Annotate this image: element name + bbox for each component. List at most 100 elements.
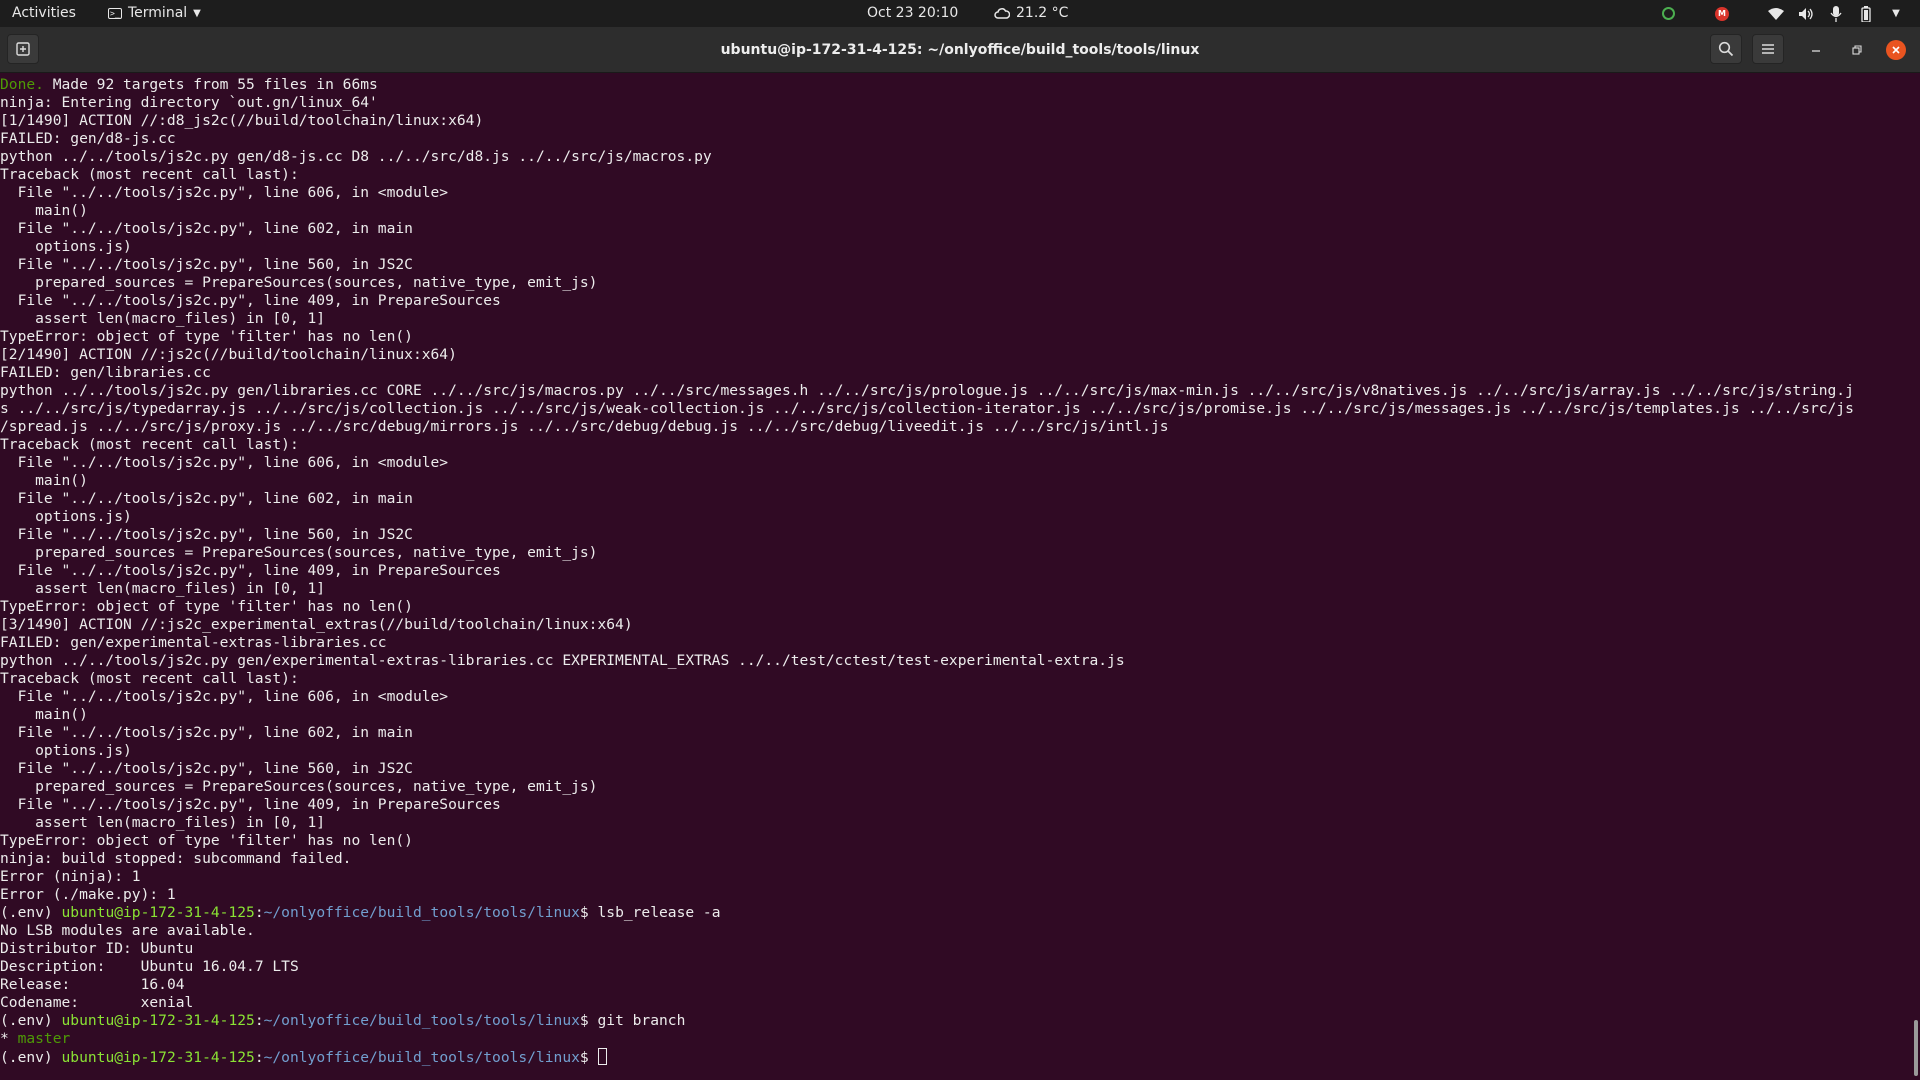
terminal-line: [3/1490] ACTION //:js2c_experimental_ext… xyxy=(0,616,1912,634)
terminal-line: s ../../src/js/typedarray.js ../../src/j… xyxy=(0,400,1912,418)
line-text: FAILED: gen/experimental-extras-librarie… xyxy=(0,634,387,651)
minimize-icon xyxy=(1812,50,1820,52)
line-text: assert len(macro_files) in [0, 1] xyxy=(0,814,326,831)
minimize-button[interactable] xyxy=(1806,40,1826,60)
app-menu-label: Terminal xyxy=(128,5,188,21)
terminal-scrollbar[interactable] xyxy=(1914,1020,1918,1076)
clock-button[interactable]: Oct 23 20:10 xyxy=(867,0,958,27)
terminal-line: options.js) xyxy=(0,238,1912,256)
system-menu-caret-icon[interactable]: ▼ xyxy=(1888,6,1904,22)
terminal-line: File "../../tools/js2c.py", line 409, in… xyxy=(0,292,1912,310)
terminal-line: File "../../tools/js2c.py", line 602, in… xyxy=(0,490,1912,508)
terminal-line: TypeError: object of type 'filter' has n… xyxy=(0,832,1912,850)
terminal-line: File "../../tools/js2c.py", line 606, in… xyxy=(0,184,1912,202)
weather-indicator[interactable]: 21.2 °C xyxy=(994,0,1068,27)
window-title: ubuntu@ip-172-31-4-125: ~/onlyoffice/bui… xyxy=(720,42,1200,58)
line-text: ninja: build stopped: subcommand failed. xyxy=(0,850,352,867)
line-text: /spread.js ../../src/js/proxy.js ../../s… xyxy=(0,418,1169,435)
prompt-separator: : xyxy=(254,904,264,921)
terminal-line: assert len(macro_files) in [0, 1] xyxy=(0,814,1912,832)
line-text: options.js) xyxy=(0,508,132,525)
terminal-line: assert len(macro_files) in [0, 1] xyxy=(0,580,1912,598)
system-tray: M ▼ xyxy=(1660,0,1904,27)
update-icon[interactable] xyxy=(1660,6,1676,22)
line-text: File "../../tools/js2c.py", line 602, in… xyxy=(0,724,413,741)
terminal-line: main() xyxy=(0,202,1912,220)
search-button[interactable] xyxy=(1710,34,1742,64)
line-text: prepared_sources = PrepareSources(source… xyxy=(0,544,598,561)
line-text: Error (./make.py): 1 xyxy=(0,886,176,903)
terminal-line: File "../../tools/js2c.py", line 606, in… xyxy=(0,688,1912,706)
terminal-line: prepared_sources = PrepareSources(source… xyxy=(0,544,1912,562)
microphone-icon[interactable] xyxy=(1828,5,1844,22)
line-text: main() xyxy=(0,202,88,219)
line-text: File "../../tools/js2c.py", line 606, in… xyxy=(0,688,449,705)
hamburger-menu-icon xyxy=(1762,44,1774,54)
terminal-line: assert len(macro_files) in [0, 1] xyxy=(0,310,1912,328)
line-text: main() xyxy=(0,472,88,489)
volume-icon[interactable] xyxy=(1798,6,1814,22)
new-tab-button[interactable] xyxy=(7,34,39,64)
terminal-line: Traceback (most recent call last): xyxy=(0,436,1912,454)
line-text: prepared_sources = PrepareSources(source… xyxy=(0,778,598,795)
terminal-line: options.js) xyxy=(0,742,1912,760)
terminal-line: prepared_sources = PrepareSources(source… xyxy=(0,274,1912,292)
terminal-line: File "../../tools/js2c.py", line 606, in… xyxy=(0,454,1912,472)
terminal-line: * master xyxy=(0,1030,1912,1048)
prompt-suffix: $ xyxy=(579,904,598,921)
terminal-line: File "../../tools/js2c.py", line 602, in… xyxy=(0,220,1912,238)
terminal-line: python ../../tools/js2c.py gen/experimen… xyxy=(0,652,1912,670)
mail-badge-icon[interactable]: M xyxy=(1714,6,1730,22)
line-text: s ../../src/js/typedarray.js ../../src/j… xyxy=(0,400,1854,417)
prompt-suffix: $ xyxy=(579,1012,598,1029)
line-text: TypeError: object of type 'filter' has n… xyxy=(0,598,413,615)
terminal-line: python ../../tools/js2c.py gen/d8-js.cc … xyxy=(0,148,1912,166)
line-text: File "../../tools/js2c.py", line 409, in… xyxy=(0,292,501,309)
terminal-line: [1/1490] ACTION //:d8_js2c(//build/toolc… xyxy=(0,112,1912,130)
line-text: TypeError: object of type 'filter' has n… xyxy=(0,832,413,849)
prompt-separator: : xyxy=(254,1049,264,1066)
line-text: Traceback (most recent call last): xyxy=(0,436,299,453)
line-text: python ../../tools/js2c.py gen/libraries… xyxy=(0,382,1854,399)
new-tab-icon xyxy=(16,42,30,56)
hamburger-menu-button[interactable] xyxy=(1752,34,1784,64)
gnome-top-bar: Activities >_ Terminal ▼ Oct 23 20:10 21… xyxy=(0,0,1920,27)
line-text: File "../../tools/js2c.py", line 409, in… xyxy=(0,562,501,579)
prompt-user-host: ubuntu@ip-172-31-4-125 xyxy=(61,1049,255,1066)
close-button[interactable] xyxy=(1886,40,1906,60)
command-text: lsb_release -a xyxy=(597,904,721,921)
activities-button[interactable]: Activities xyxy=(12,0,76,27)
line-text: Error (ninja): 1 xyxy=(0,868,141,885)
line-text: [3/1490] ACTION //:js2c_experimental_ext… xyxy=(0,616,633,633)
line-text: File "../../tools/js2c.py", line 606, in… xyxy=(0,454,449,471)
terminal-line: ninja: Entering directory `out.gn/linux_… xyxy=(0,94,1912,112)
line-text: Traceback (most recent call last): xyxy=(0,670,299,687)
terminal-line: Error (ninja): 1 xyxy=(0,868,1912,886)
weather-temperature: 21.2 °C xyxy=(1016,5,1069,21)
line-text: File "../../tools/js2c.py", line 409, in… xyxy=(0,796,501,813)
app-menu-button[interactable]: >_ Terminal ▼ xyxy=(108,0,201,27)
line-text: main() xyxy=(0,706,88,723)
battery-icon[interactable] xyxy=(1858,5,1874,22)
terminal-line: options.js) xyxy=(0,508,1912,526)
terminal-line: No LSB modules are available. xyxy=(0,922,1912,940)
terminal-line: main() xyxy=(0,706,1912,724)
terminal-output[interactable]: Done. Made 92 targets from 55 files in 6… xyxy=(0,73,1912,1080)
maximize-button[interactable] xyxy=(1847,40,1867,60)
line-text: prepared_sources = PrepareSources(source… xyxy=(0,274,598,291)
prompt-env: (.env) xyxy=(0,1012,62,1029)
terminal-line: Codename: xenial xyxy=(0,994,1912,1012)
terminal-line: Done. Made 92 targets from 55 files in 6… xyxy=(0,76,1912,94)
search-icon xyxy=(1718,41,1734,57)
line-text: Distributor ID: Ubuntu xyxy=(0,940,194,957)
line-text: FAILED: gen/d8-js.cc xyxy=(0,130,176,147)
prompt-separator: : xyxy=(254,1012,264,1029)
wifi-icon[interactable] xyxy=(1768,6,1784,22)
terminal-line: Traceback (most recent call last): xyxy=(0,670,1912,688)
terminal-line: FAILED: gen/d8-js.cc xyxy=(0,130,1912,148)
terminal-line: Error (./make.py): 1 xyxy=(0,886,1912,904)
line-text: python ../../tools/js2c.py gen/experimen… xyxy=(0,652,1125,669)
line-text: options.js) xyxy=(0,742,132,759)
branch-marker: * xyxy=(0,1030,18,1047)
line-text: [2/1490] ACTION //:js2c(//build/toolchai… xyxy=(0,346,457,363)
